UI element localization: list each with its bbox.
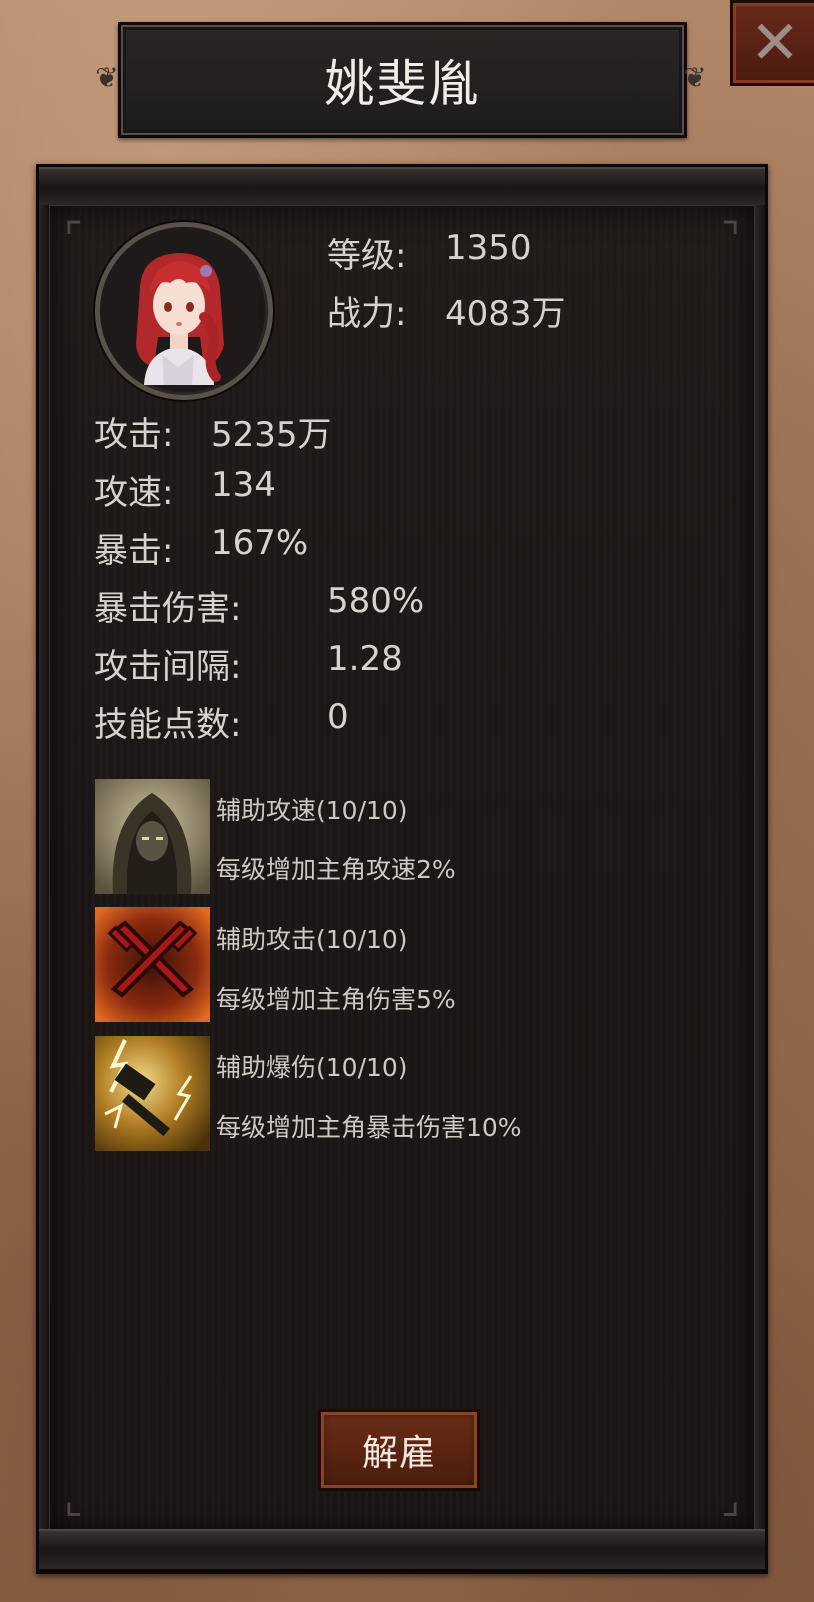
dismiss-button[interactable]: 解雇 (318, 1409, 480, 1491)
corner-ornament-icon: ⌞ (64, 1477, 83, 1523)
skill-description: 每级增加主角暴击伤害10% (216, 1113, 522, 1142)
panel-frame-top (39, 167, 765, 209)
power-label: 战力: (327, 294, 407, 334)
level-value: 1350 (445, 228, 532, 268)
close-button[interactable]: ✕ (730, 0, 814, 86)
stat-value: 0 (327, 697, 349, 737)
hooded-figure-icon[interactable] (95, 779, 210, 894)
power-row: 战力: 4083万 (327, 286, 566, 335)
stat-label: 暴击伤害: (94, 589, 242, 629)
stat-value: 580% (327, 581, 425, 621)
crossed-swords-icon[interactable] (95, 907, 210, 1022)
stat-row-skill-points: 技能点数: 0 (94, 697, 349, 746)
title-bar: 姚斐胤 (118, 22, 687, 138)
stat-value: 1.28 (327, 639, 403, 679)
hero-name-title: 姚斐胤 (324, 55, 481, 113)
corner-ornament-icon: ⌟ (721, 1477, 740, 1523)
panel-frame-right (755, 205, 765, 1533)
corner-ornament-icon: ⌝ (721, 215, 740, 261)
close-x-icon: ✕ (749, 8, 801, 78)
title-ornament-right-icon: ❦ (683, 60, 707, 94)
title-ornament-left-icon: ❦ (95, 60, 119, 94)
stat-label: 攻速: (94, 473, 174, 513)
panel-frame-bottom (39, 1529, 765, 1571)
stat-label: 攻击间隔: (94, 647, 242, 687)
stat-value: 134 (211, 465, 276, 505)
stat-row-crit: 暴击: 167% (94, 523, 308, 572)
skill-name: 辅助攻击(10/10) (216, 925, 408, 954)
avatar (95, 222, 273, 400)
skill-name: 辅助爆伤(10/10) (216, 1053, 408, 1082)
power-value: 4083万 (445, 294, 566, 334)
lightning-hammer-icon[interactable] (95, 1036, 210, 1151)
corner-ornament-icon: ⌜ (64, 215, 83, 261)
stat-row-crit-damage: 暴击伤害: 580% (94, 581, 424, 630)
stat-label: 暴击: (94, 531, 174, 571)
level-label: 等级: (327, 236, 407, 276)
stat-row-attack: 攻击: 5235万 (94, 407, 332, 456)
stat-value: 167% (211, 523, 309, 563)
stat-row-attack-speed: 攻速: 134 (94, 465, 276, 514)
red-haired-girl-portrait-icon (100, 227, 258, 385)
stat-value: 5235万 (211, 415, 332, 455)
stat-label: 技能点数: (94, 705, 242, 745)
skill-name: 辅助攻速(10/10) (216, 796, 408, 825)
stat-label: 攻击: (94, 415, 174, 455)
level-row: 等级: 1350 (327, 228, 532, 277)
skill-description: 每级增加主角伤害5% (216, 985, 456, 1014)
stat-row-attack-interval: 攻击间隔: 1.28 (94, 639, 403, 688)
skill-description: 每级增加主角攻速2% (216, 855, 456, 884)
panel-frame-left (39, 205, 49, 1533)
